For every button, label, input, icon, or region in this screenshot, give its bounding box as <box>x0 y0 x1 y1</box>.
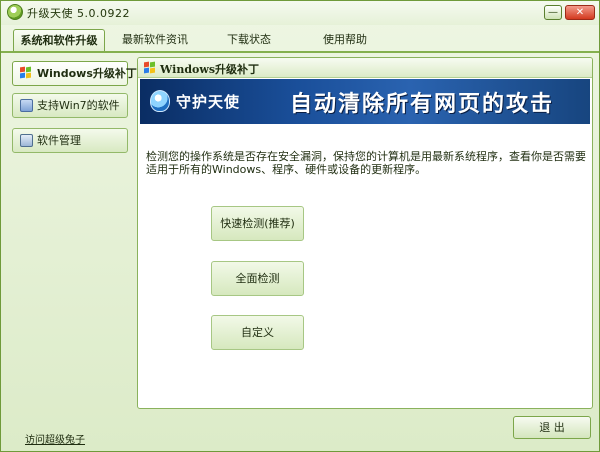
sidebar-item-windows-patches[interactable]: Windows升级补丁 <box>12 61 137 86</box>
windows-flag-icon <box>144 61 156 74</box>
full-scan-button[interactable]: 全面检测 <box>211 261 304 296</box>
minimize-button[interactable]: — <box>544 5 562 20</box>
tab-help[interactable]: 使用帮助 <box>319 31 371 51</box>
promo-banner[interactable]: 守护天使 自动清除所有网页的攻击 <box>140 79 590 124</box>
manage-icon <box>20 134 33 147</box>
software-box-icon <box>20 99 33 112</box>
sidebar-item-label: 软件管理 <box>37 134 81 147</box>
main-tabs: 系统和软件升级 最新软件资讯 下载状态 使用帮助 <box>1 29 599 52</box>
content-panel: Windows升级补丁 守护天使 自动清除所有网页的攻击 检测您的操作系统是否存… <box>137 57 593 409</box>
panel-title: Windows升级补丁 <box>160 63 260 76</box>
tab-system-software-upgrade[interactable]: 系统和软件升级 <box>13 29 105 52</box>
banner-brand: 守护天使 <box>176 93 241 111</box>
windows-flag-icon <box>20 66 33 80</box>
tab-divider <box>1 51 599 53</box>
description-text: 检测您的操作系统是否存在安全漏洞，保持您的计算机是用最新系统程序，查看你是否需要… <box>146 150 586 176</box>
quick-scan-button[interactable]: 快速检测(推荐) <box>211 206 304 241</box>
banner-slogan: 自动清除所有网页的攻击 <box>290 92 555 117</box>
sidebar-item-software-manage[interactable]: 软件管理 <box>12 128 128 153</box>
app-logo-icon <box>7 4 23 20</box>
sidebar-item-win7-software[interactable]: 支持Win7的软件 <box>12 93 128 118</box>
sidebar: Windows升级补丁 支持Win7的软件 软件管理 <box>9 57 137 409</box>
title-bar[interactable]: 升级天使 5.0.0922 — ✕ <box>1 1 599 25</box>
tab-latest-software-news[interactable]: 最新软件资讯 <box>119 31 191 51</box>
app-window: 升级天使 5.0.0922 — ✕ 系统和软件升级 最新软件资讯 下载状态 使用… <box>0 0 600 452</box>
shield-icon <box>150 90 170 112</box>
tab-download-status[interactable]: 下载状态 <box>223 31 275 51</box>
custom-scan-button[interactable]: 自定义 <box>211 315 304 350</box>
close-button[interactable]: ✕ <box>565 5 595 20</box>
sidebar-item-label: 支持Win7的软件 <box>37 99 120 112</box>
exit-button[interactable]: 退 出 <box>513 416 591 439</box>
panel-header: Windows升级补丁 <box>138 58 592 78</box>
visit-super-rabbit-link[interactable]: 访问超级兔子 <box>25 431 85 446</box>
window-title: 升级天使 5.0.0922 <box>27 7 130 20</box>
sidebar-item-label: Windows升级补丁 <box>37 67 137 80</box>
